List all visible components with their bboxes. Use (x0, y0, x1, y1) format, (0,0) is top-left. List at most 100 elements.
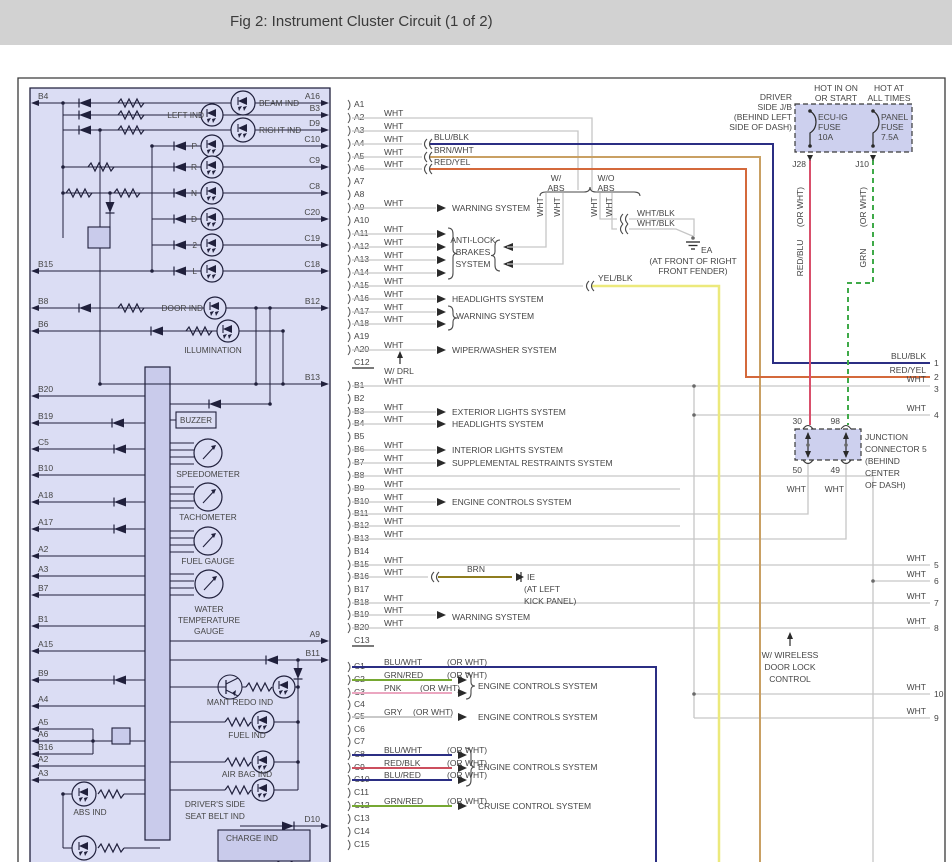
svg-text:DOOR IND: DOOR IND (162, 303, 204, 313)
svg-text:10: 10 (934, 689, 944, 699)
indicator-lamp-icon (72, 782, 96, 806)
svg-text:(AT FRONT OF RIGHT: (AT FRONT OF RIGHT (649, 256, 736, 266)
svg-text:98: 98 (831, 416, 841, 426)
svg-text:B11: B11 (354, 508, 369, 518)
wiring-diagram-container: B4B15B8B6B20B19C5B10A18A17A2A3B7B1A15B9A… (0, 45, 952, 862)
svg-text:C14: C14 (354, 826, 370, 836)
pin-A18: A18WHT (348, 314, 446, 329)
svg-text:WHT/BLK: WHT/BLK (637, 208, 675, 218)
svg-text:WHT: WHT (384, 605, 403, 615)
svg-text:GRY: GRY (384, 707, 403, 717)
svg-text:OF DASH): OF DASH) (865, 480, 906, 490)
svg-text:B1: B1 (38, 614, 49, 624)
svg-text:JUNCTION: JUNCTION (865, 432, 908, 442)
svg-text:BLU/BLK: BLU/BLK (434, 132, 469, 142)
svg-text:A17: A17 (38, 517, 53, 527)
svg-text:(OR WHT): (OR WHT) (447, 657, 487, 667)
svg-text:B7: B7 (38, 583, 49, 593)
page: Fig 2: Instrument Cluster Circuit (1 of … (0, 0, 952, 862)
svg-text:WHT: WHT (384, 159, 403, 169)
svg-text:C13: C13 (354, 813, 370, 823)
svg-text:WHT: WHT (384, 555, 403, 565)
pin-C2: C2GRN/RED(OR WHT) (348, 670, 487, 685)
svg-text:B4: B4 (38, 91, 49, 101)
svg-text:A16: A16 (305, 91, 320, 101)
svg-text:A9: A9 (354, 202, 365, 212)
indicator-lamp-icon (252, 779, 274, 801)
svg-text:W/O: W/O (598, 173, 615, 183)
indicator-lamp-icon (217, 320, 239, 342)
svg-text:ENGINE CONTROLS SYSTEM: ENGINE CONTROLS SYSTEM (478, 762, 598, 772)
svg-text:(AT LEFT: (AT LEFT (524, 584, 560, 594)
svg-text:A5: A5 (38, 717, 49, 727)
svg-text:RED/BLU: RED/BLU (795, 240, 805, 277)
svg-text:WHT: WHT (384, 492, 403, 502)
svg-text:(OR WHT): (OR WHT) (795, 187, 805, 227)
svg-text:A6: A6 (354, 163, 365, 173)
svg-text:(OR WHT): (OR WHT) (413, 707, 453, 717)
pin-C6: C6 (348, 724, 365, 735)
svg-text:DRIVER'S SIDE: DRIVER'S SIDE (185, 799, 246, 809)
svg-text:YEL/BLK: YEL/BLK (598, 273, 633, 283)
gauge-icon (194, 439, 222, 467)
svg-text:CHARGE IND: CHARGE IND (226, 833, 278, 843)
svg-text:BRAKES: BRAKES (456, 247, 491, 257)
svg-text:2: 2 (192, 240, 197, 250)
svg-text:B15: B15 (38, 259, 53, 269)
svg-text:B9: B9 (354, 483, 365, 493)
svg-text:B12: B12 (354, 520, 369, 530)
svg-text:TEMPERATURE: TEMPERATURE (178, 615, 241, 625)
svg-text:A3: A3 (354, 125, 365, 135)
svg-text:FUSE: FUSE (881, 122, 904, 132)
svg-text:30: 30 (793, 416, 803, 426)
svg-text:A6: A6 (38, 729, 49, 739)
svg-text:FUEL GAUGE: FUEL GAUGE (181, 556, 235, 566)
svg-text:A2: A2 (354, 112, 365, 122)
svg-text:WHT: WHT (384, 529, 403, 539)
svg-text:ABS: ABS (597, 183, 614, 193)
svg-text:ENGINE CONTROLS SYSTEM: ENGINE CONTROLS SYSTEM (478, 712, 598, 722)
svg-text:B19: B19 (354, 609, 369, 619)
svg-text:8: 8 (934, 623, 939, 633)
figure-title-bar: Fig 2: Instrument Cluster Circuit (1 of … (0, 0, 952, 45)
svg-text:BLU/BLK: BLU/BLK (891, 351, 926, 361)
pin-C4: C4 (348, 699, 365, 710)
svg-text:WHT: WHT (384, 340, 403, 350)
svg-text:WARNING SYSTEM: WARNING SYSTEM (452, 612, 530, 622)
instrument-cluster-panel: B4B15B8B6B20B19C5B10A18A17A2A3B7B1A15B9A… (30, 88, 330, 862)
pin-B15: B15WHT (348, 555, 930, 570)
svg-text:(OR WHT): (OR WHT) (420, 683, 460, 693)
svg-text:BRN: BRN (467, 564, 485, 574)
svg-text:LEFT IND: LEFT IND (167, 110, 204, 120)
svg-text:WHT: WHT (907, 403, 926, 413)
svg-text:B16: B16 (354, 571, 369, 581)
svg-text:C12: C12 (354, 357, 370, 367)
svg-text:WARNING SYSTEM: WARNING SYSTEM (456, 311, 534, 321)
svg-text:ECU-IG: ECU-IG (818, 112, 848, 122)
svg-text:WHT: WHT (384, 263, 403, 273)
pin-B2: B2 (348, 393, 365, 404)
svg-text:A8: A8 (354, 189, 365, 199)
svg-text:D: D (191, 214, 197, 224)
svg-text:BLU/RED: BLU/RED (384, 770, 421, 780)
svg-text:CONNECTOR 5: CONNECTOR 5 (865, 444, 927, 454)
pin-A1: A1 (348, 99, 365, 110)
svg-text:WHT: WHT (384, 453, 403, 463)
indicator-lamp-icon (201, 135, 223, 157)
pin-C10: C10BLU/RED(OR WHT) (348, 770, 487, 785)
svg-text:B13: B13 (305, 372, 320, 382)
svg-text:3: 3 (934, 384, 939, 394)
pin-C7: C7 (348, 736, 365, 747)
svg-text:A4: A4 (38, 694, 49, 704)
svg-text:2: 2 (934, 372, 939, 382)
svg-text:C20: C20 (304, 207, 320, 217)
annotations: BLU/BLKBRN/WHTRED/YELYEL/BLKBRNWHT/BLKWH… (384, 83, 944, 723)
svg-text:MANT REDO IND: MANT REDO IND (207, 697, 273, 707)
svg-text:WATER: WATER (194, 604, 223, 614)
svg-text:A20: A20 (354, 344, 369, 354)
svg-text:(OR WHT): (OR WHT) (858, 187, 868, 227)
svg-text:B20: B20 (354, 622, 369, 632)
svg-text:9: 9 (934, 713, 939, 723)
pin-B17: B17 (348, 584, 369, 595)
pin-C3: C3PNK(OR WHT) (348, 683, 460, 698)
